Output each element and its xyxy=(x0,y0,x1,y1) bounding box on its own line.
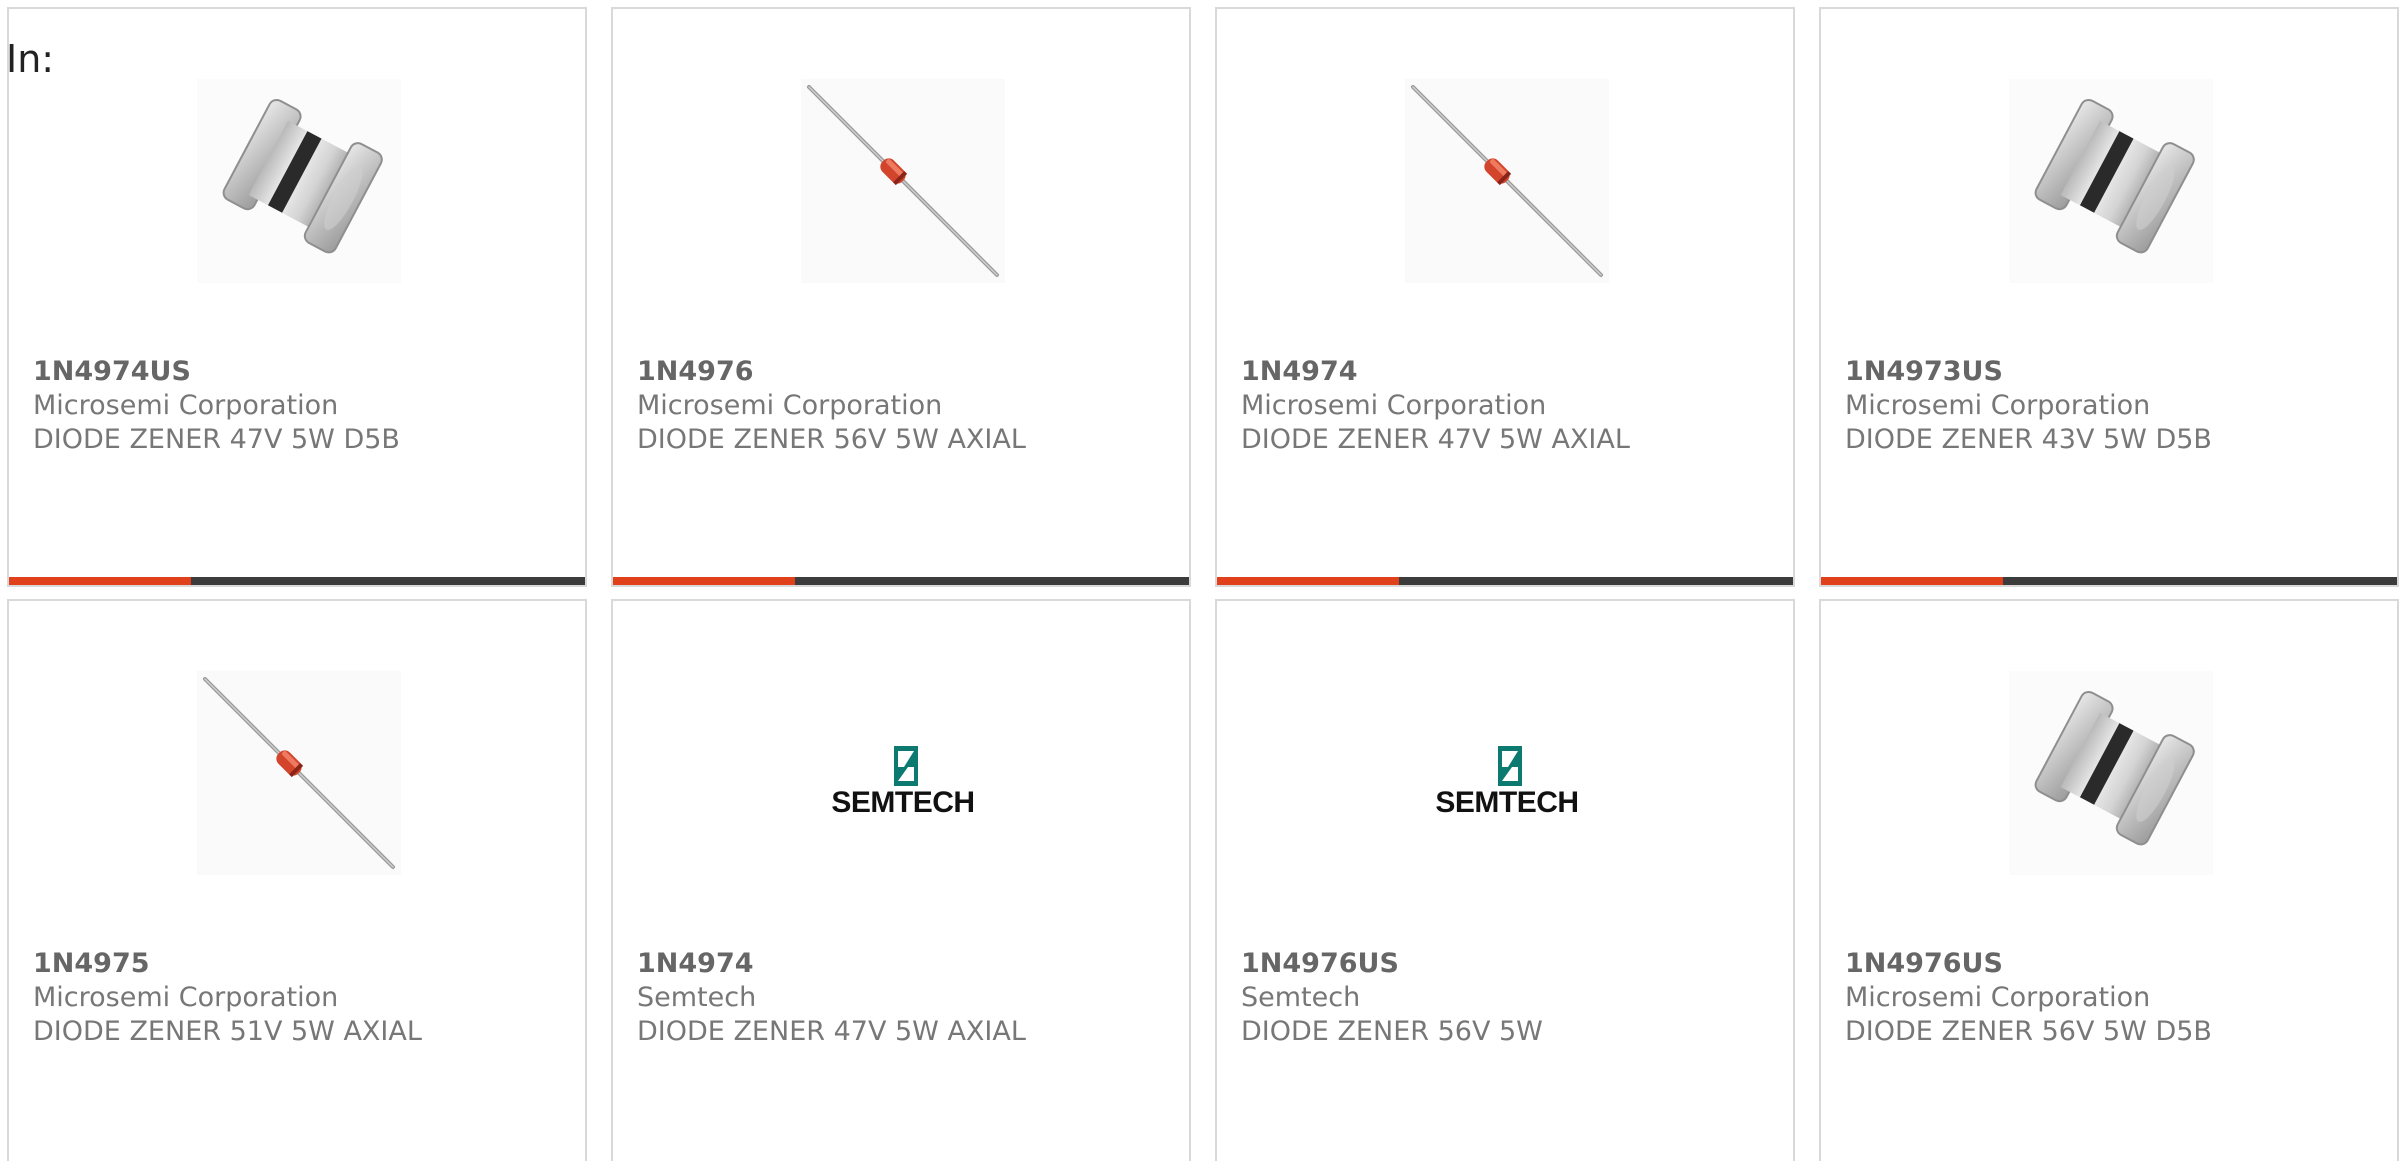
product-card[interactable]: 1N4974US Microsemi Corporation DIODE ZENER… xyxy=(7,7,587,587)
d5b-package-icon xyxy=(2009,671,2213,875)
product-image[interactable] xyxy=(2009,79,2213,283)
part-number[interactable]: 1N4976US xyxy=(1845,947,2387,981)
product-card[interactable]: SEMTECH 1N4974 Semtech DIODE ZENER 47V 5W A… xyxy=(611,599,1191,1161)
manufacturer: Microsemi Corporation xyxy=(1241,390,1547,421)
product-card[interactable]: 1N4974 Microsemi Corporation DIODE ZENER 4… xyxy=(1215,7,1795,587)
product-description: DIODE ZENER 51V 5W AXIAL xyxy=(33,1016,422,1047)
product-card[interactable]: 1N4975 Microsemi Corporation DIODE ZENER 5… xyxy=(7,599,587,1161)
product-description: DIODE ZENER 47V 5W D5B xyxy=(33,424,400,455)
product-card[interactable]: 1N4976 Microsemi Corporation DIODE ZENER 5… xyxy=(611,7,1191,587)
card-accent-stripe xyxy=(1217,577,1399,585)
axial-diode-icon xyxy=(197,671,401,875)
card-accent-stripe xyxy=(613,577,795,585)
product-card[interactable]: SEMTECH 1N4976US Semtech DIODE ZENER 56V 5W xyxy=(1215,599,1795,1161)
product-card[interactable]: 1N4973US Microsemi Corporation DIODE ZENER… xyxy=(1819,7,2399,587)
product-description: DIODE ZENER 56V 5W AXIAL xyxy=(637,424,1026,455)
product-description: DIODE ZENER 43V 5W D5B xyxy=(1845,424,2212,455)
product-info: 1N4974 Semtech DIODE ZENER 47V 5W AXIAL xyxy=(637,947,1179,1049)
d5b-package-icon xyxy=(2009,79,2213,283)
product-image[interactable]: SEMTECH xyxy=(1405,671,1609,875)
part-number[interactable]: 1N4973US xyxy=(1845,355,2387,389)
product-grid: 1N4974US Microsemi Corporation DIODE ZENER… xyxy=(7,7,2400,1161)
product-image[interactable] xyxy=(801,79,1005,283)
product-info: 1N4975 Microsemi Corporation DIODE ZENER 5… xyxy=(33,947,575,1049)
card-footer-bar xyxy=(1821,577,2397,585)
manufacturer: Microsemi Corporation xyxy=(33,390,339,421)
axial-diode-icon xyxy=(1405,79,1609,283)
manufacturer: Microsemi Corporation xyxy=(1845,982,2151,1013)
product-card[interactable]: 1N4976US Microsemi Corporation DIODE ZENER… xyxy=(1819,599,2399,1161)
manufacturer: Microsemi Corporation xyxy=(33,982,339,1013)
product-image[interactable]: SEMTECH xyxy=(801,671,1005,875)
product-image[interactable] xyxy=(197,671,401,875)
product-info: 1N4976US Semtech DIODE ZENER 56V 5W xyxy=(1241,947,1783,1049)
manufacturer: Microsemi Corporation xyxy=(1845,390,2151,421)
product-info: 1N4976US Microsemi Corporation DIODE ZENER… xyxy=(1845,947,2387,1049)
d5b-package-icon xyxy=(197,79,401,283)
axial-diode-icon xyxy=(801,79,1005,283)
manufacturer: Semtech xyxy=(637,982,757,1013)
svg-text:SEMTECH: SEMTECH xyxy=(1435,786,1578,819)
semtech-logo: SEMTECH xyxy=(1435,746,1579,819)
semtech-logo: SEMTECH xyxy=(831,746,975,819)
product-results-page: In: 1N4974US Microsemi Corporation DIODE Z… xyxy=(0,0,2400,1161)
manufacturer: Semtech xyxy=(1241,982,1361,1013)
svg-text:SEMTECH: SEMTECH xyxy=(831,786,974,819)
part-number[interactable]: 1N4976US xyxy=(1241,947,1783,981)
card-accent-stripe xyxy=(1821,577,2003,585)
part-number[interactable]: 1N4974 xyxy=(637,947,1179,981)
product-image[interactable] xyxy=(1405,79,1609,283)
product-info: 1N4976 Microsemi Corporation DIODE ZENER 5… xyxy=(637,355,1179,457)
product-description: DIODE ZENER 47V 5W AXIAL xyxy=(1241,424,1630,455)
part-number[interactable]: 1N4974 xyxy=(1241,355,1783,389)
part-number[interactable]: 1N4976 xyxy=(637,355,1179,389)
product-description: DIODE ZENER 47V 5W AXIAL xyxy=(637,1016,1026,1047)
product-info: 1N4974US Microsemi Corporation DIODE ZENER… xyxy=(33,355,575,457)
product-info: 1N4974 Microsemi Corporation DIODE ZENER 4… xyxy=(1241,355,1783,457)
product-image[interactable] xyxy=(197,79,401,283)
card-footer-bar xyxy=(613,577,1189,585)
filter-label: In: xyxy=(6,37,55,81)
part-number[interactable]: 1N4974US xyxy=(33,355,575,389)
product-description: DIODE ZENER 56V 5W xyxy=(1241,1016,1543,1047)
product-description: DIODE ZENER 56V 5W D5B xyxy=(1845,1016,2212,1047)
card-accent-stripe xyxy=(9,577,191,585)
manufacturer: Microsemi Corporation xyxy=(637,390,943,421)
product-info: 1N4973US Microsemi Corporation DIODE ZENER… xyxy=(1845,355,2387,457)
card-footer-bar xyxy=(1217,577,1793,585)
part-number[interactable]: 1N4975 xyxy=(33,947,575,981)
product-image[interactable] xyxy=(2009,671,2213,875)
card-footer-bar xyxy=(9,577,585,585)
